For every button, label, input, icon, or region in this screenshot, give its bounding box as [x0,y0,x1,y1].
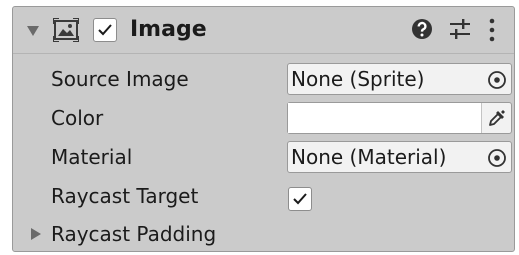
presets-icon[interactable] [449,18,471,40]
image-component-panel: Image Source Image None (Sprite) Color M… [12,6,515,252]
help-icon[interactable] [411,18,433,40]
raycast-padding-foldout-icon[interactable] [31,228,41,240]
color-field[interactable] [287,102,512,134]
component-header[interactable]: Image [13,7,514,54]
raycast-padding-label[interactable]: Raycast Padding [51,221,216,247]
raycast-target-checkbox[interactable] [288,187,312,211]
color-label: Color [51,106,104,130]
component-title: Image [130,17,207,42]
component-enabled-checkbox[interactable] [93,18,117,42]
eyedropper-icon[interactable] [487,108,507,128]
check-icon [293,193,307,205]
context-menu-icon[interactable] [487,17,497,43]
object-picker-icon[interactable] [487,70,507,90]
object-picker-icon[interactable] [487,148,507,168]
raycast-target-label: Raycast Target [51,184,199,208]
color-swatch[interactable] [288,103,482,133]
material-value: None (Material) [291,145,447,169]
source-image-field[interactable]: None (Sprite) [287,63,512,95]
material-label: Material [51,145,133,169]
source-image-value: None (Sprite) [291,67,425,91]
material-field[interactable]: None (Material) [287,141,512,173]
image-component-icon [53,18,79,42]
source-image-label: Source Image [51,67,189,91]
foldout-arrow-icon[interactable] [27,26,39,36]
